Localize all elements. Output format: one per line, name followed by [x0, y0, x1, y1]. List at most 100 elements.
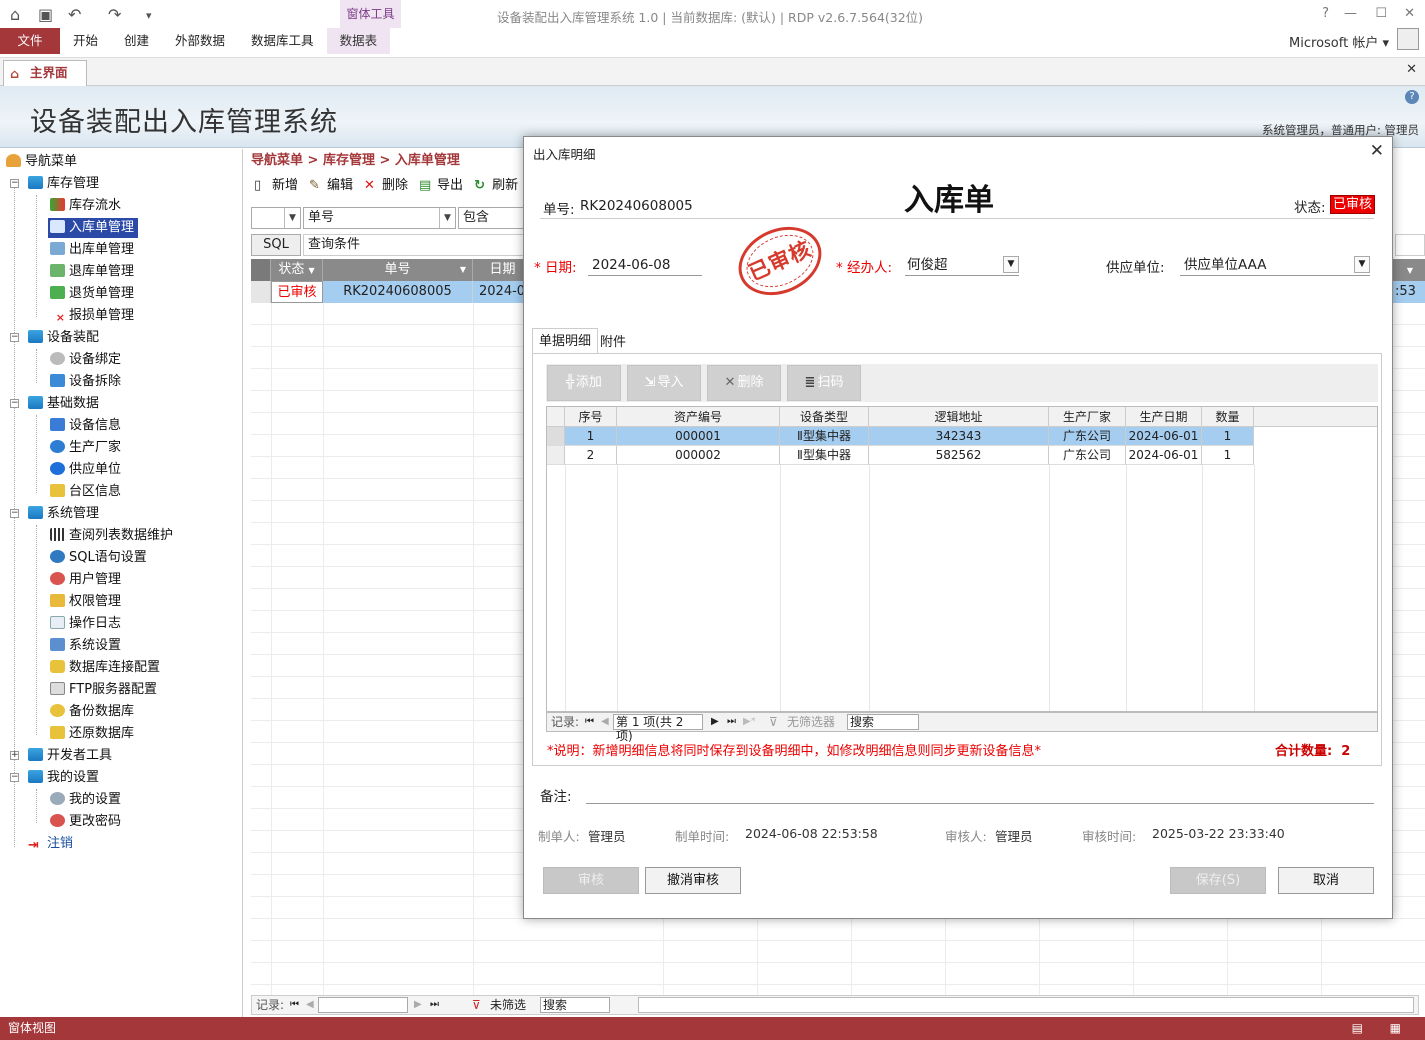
nav-item-device-info[interactable]: 设备信息 — [50, 416, 121, 436]
tab-attachments[interactable]: 附件 — [594, 330, 632, 355]
help-icon[interactable]: ? — [1322, 6, 1329, 21]
row-selector[interactable] — [547, 446, 565, 465]
record-position-input[interactable]: 第 1 项(共 2 项) — [613, 714, 703, 743]
collapse-icon[interactable]: − — [10, 333, 19, 342]
record-search-input[interactable]: 搜索 — [847, 714, 919, 730]
last-record-icon[interactable]: ⏭ — [430, 996, 439, 1014]
nav-item-inbound[interactable]: 入库单管理 — [48, 218, 139, 238]
first-record-icon[interactable]: ⏮ — [585, 713, 594, 731]
tab-datasheet[interactable]: 数据表 — [326, 28, 391, 54]
tab-home[interactable]: 开始 — [60, 28, 111, 54]
refresh-button[interactable]: ↻ 刷新 — [471, 175, 524, 197]
nav-item-db-connection[interactable]: 数据库连接配置 — [50, 658, 160, 678]
nav-item-sys-settings[interactable]: 系统设置 — [50, 636, 121, 656]
form-view-icon[interactable]: ▤ — [1352, 1017, 1363, 1040]
save-button[interactable]: 保存(S) — [1170, 867, 1266, 894]
col-logic-address[interactable]: 逻辑地址 — [869, 407, 1049, 427]
row-selector[interactable] — [547, 427, 565, 446]
nav-item-return-stock[interactable]: 退库单管理 — [50, 262, 134, 282]
col-status[interactable]: 状态 ▼ — [271, 259, 323, 281]
nav-item-op-log[interactable]: 操作日志 — [50, 614, 121, 634]
edit-button[interactable]: ✎ 编辑 — [306, 175, 359, 197]
audit-button[interactable]: 审核 — [543, 867, 639, 894]
customize-qat-icon[interactable]: ▾ — [146, 9, 152, 22]
delete-row-button[interactable]: ✕ 删除 — [707, 365, 781, 401]
nav-item-device-remove[interactable]: 设备拆除 — [50, 372, 121, 392]
tab-bill-details[interactable]: 单据明细 — [532, 328, 599, 353]
tab-file[interactable]: 文件 — [0, 28, 60, 54]
expand-icon[interactable]: + — [10, 751, 19, 760]
col-seq[interactable]: 序号 — [565, 407, 617, 427]
select-all-cell[interactable] — [251, 259, 271, 281]
tab-database-tools[interactable]: 数据库工具 — [238, 28, 327, 54]
nav-item-change-password[interactable]: 更改密码 — [50, 812, 121, 832]
nav-item-outbound[interactable]: 出库单管理 — [50, 240, 134, 260]
cancel-audit-button[interactable]: 撤消审核 — [645, 867, 741, 894]
cell-asset-no[interactable]: 000001 — [617, 427, 780, 446]
first-record-icon[interactable]: ⏮ — [290, 996, 299, 1014]
nav-group-my-settings[interactable]: 我的设置 — [28, 768, 99, 788]
cell-manufacturer[interactable]: 广东公司 — [1049, 446, 1126, 465]
nav-item-permissions[interactable]: 权限管理 — [50, 592, 121, 612]
nav-item-device-bind[interactable]: 设备绑定 — [50, 350, 121, 370]
nav-logout[interactable]: ⇥ 注销 — [28, 834, 73, 854]
home-icon[interactable]: ⌂ — [10, 5, 20, 24]
close-icon[interactable]: ✕ — [1404, 6, 1415, 21]
col-end-dropdown[interactable]: ▼ — [1395, 259, 1425, 281]
account-menu[interactable]: Microsoft 帐户 ▾ — [1289, 32, 1389, 51]
no-filter-button[interactable]: 无筛选器 — [787, 713, 835, 731]
new-button[interactable]: ▯ 新增 — [251, 175, 304, 197]
nav-item-list-maintain[interactable]: 查阅列表数据维护 — [50, 526, 173, 546]
nav-item-supplier[interactable]: 供应单位 — [50, 460, 121, 480]
logic-select[interactable]: ▼ — [251, 207, 301, 229]
undo-icon[interactable]: ↶ — [68, 5, 81, 24]
col-qty[interactable]: 数量 — [1202, 407, 1254, 427]
cell-bill-no[interactable]: RK20240608005 — [323, 281, 473, 303]
new-record-icon[interactable]: ▶* — [743, 713, 756, 731]
select-all-cell[interactable] — [547, 407, 565, 427]
row-selector[interactable] — [251, 281, 271, 303]
avatar[interactable] — [1397, 28, 1419, 50]
scan-button[interactable]: ≣ 扫码 — [787, 365, 861, 401]
col-device-type[interactable]: 设备类型 — [780, 407, 869, 427]
nav-item-ftp[interactable]: FTP服务器配置 — [50, 680, 157, 700]
collapse-icon[interactable]: − — [10, 399, 19, 408]
prev-record-icon[interactable]: ◀ — [306, 996, 314, 1014]
prev-record-icon[interactable]: ◀ — [601, 713, 609, 731]
nav-group-assembly[interactable]: 设备装配 — [28, 328, 99, 348]
cell-prod-date[interactable]: 2024-06-01 — [1126, 427, 1202, 446]
cell-status[interactable]: 已审核 — [271, 281, 323, 303]
save-icon[interactable]: ▣ — [38, 5, 53, 24]
tab-external-data[interactable]: 外部数据 — [162, 28, 238, 54]
filter-field-select[interactable]: 单号 ▼ — [303, 207, 456, 229]
next-record-icon[interactable]: ▶ — [414, 996, 422, 1014]
remark-input[interactable] — [586, 803, 1374, 804]
cell-qty[interactable]: 1 — [1202, 446, 1254, 465]
cell-prod-date[interactable]: 2024-06-01 — [1126, 446, 1202, 465]
cell-device-type[interactable]: Ⅱ型集中器 — [780, 427, 869, 446]
tab-create[interactable]: 创建 — [111, 28, 162, 54]
cell-logic-address[interactable]: 582562 — [869, 446, 1049, 465]
import-button[interactable]: ⇲ 导入 — [627, 365, 701, 401]
supplier-select[interactable]: 供应单位AAA ▼ — [1180, 254, 1370, 276]
collapse-icon[interactable]: − — [10, 773, 19, 782]
filter-op-select[interactable]: 包含 — [458, 207, 528, 229]
close-document-icon[interactable]: ✕ — [1406, 62, 1417, 77]
nav-item-users[interactable]: 用户管理 — [50, 570, 121, 590]
col-prod-date[interactable]: 生产日期 — [1126, 407, 1202, 427]
collapse-icon[interactable]: − — [10, 179, 19, 188]
no-filter-button[interactable]: 未筛选 — [490, 996, 526, 1014]
next-record-icon[interactable]: ▶ — [711, 713, 719, 731]
datasheet-view-icon[interactable]: ▦ — [1390, 1017, 1401, 1040]
nav-group-dev-tools[interactable]: 开发者工具 — [28, 746, 112, 766]
date-field[interactable]: 2024-06-08 — [588, 254, 702, 276]
record-position-input[interactable] — [318, 997, 408, 1013]
help-icon[interactable]: ? — [1405, 90, 1419, 104]
horizontal-scrollbar[interactable] — [638, 997, 1414, 1013]
cell-asset-no[interactable]: 000002 — [617, 446, 780, 465]
cell-qty[interactable]: 1 — [1202, 427, 1254, 446]
nav-item-restore[interactable]: 还原数据库 — [50, 724, 134, 744]
sql-button[interactable]: SQL — [251, 234, 301, 256]
col-asset-no[interactable]: 资产编号 — [617, 407, 780, 427]
col-bill-no[interactable]: 单号 ▼ — [323, 259, 473, 281]
